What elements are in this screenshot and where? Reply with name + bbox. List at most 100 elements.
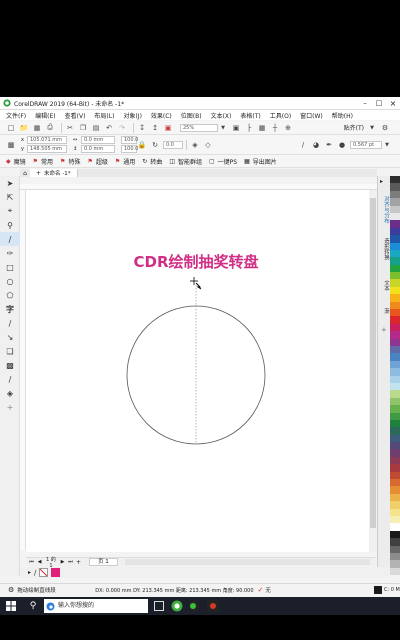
horizontal-scrollbar[interactable] (124, 559, 370, 565)
snap-icon[interactable]: ⊕ (283, 123, 293, 132)
pick-tool-icon[interactable]: ➤ (0, 176, 20, 190)
zoom-level-field[interactable]: 25% (180, 123, 218, 132)
y-position-field[interactable]: 148.505 mm (27, 145, 67, 153)
color-swatch[interactable] (390, 464, 400, 472)
parallel-dimension-icon[interactable]: ∕ (0, 316, 20, 330)
color-swatch[interactable] (390, 375, 400, 383)
artistic-media-icon[interactable]: ✑ (0, 246, 20, 260)
scale-y-field[interactable]: 100.0 (121, 145, 138, 153)
width-field[interactable]: 0.0 mm (81, 136, 115, 144)
color-swatch[interactable] (390, 212, 400, 221)
no-color-swatch[interactable] (39, 568, 49, 577)
menu-layout[interactable]: 布局(L) (94, 111, 114, 120)
plugin-common[interactable]: 常用 (41, 157, 53, 166)
first-page-icon[interactable]: ⏮ (28, 559, 35, 565)
polygon-tool-icon[interactable]: ⬠ (0, 288, 20, 302)
color-swatch[interactable] (390, 479, 400, 487)
color-swatch[interactable] (390, 427, 400, 435)
add-page-icon[interactable]: + (75, 559, 82, 566)
mirror-horizontal-icon[interactable]: ◈ (190, 140, 200, 149)
color-swatch[interactable] (390, 486, 400, 494)
color-swatch[interactable] (390, 345, 400, 354)
page-tab[interactable]: 页 1 (89, 558, 118, 566)
drawing-canvas[interactable]: CDR绘制抽奖转盘 (26, 190, 369, 552)
full-screen-icon[interactable]: ▣ (231, 123, 241, 132)
last-page-icon[interactable]: ⏭ (67, 559, 74, 565)
color-swatch[interactable] (390, 493, 400, 502)
menu-file[interactable]: 文件(F) (6, 111, 26, 120)
drop-shadow-icon[interactable]: ❏ (0, 344, 20, 358)
plugin-magic-mirror[interactable]: 魔镜 (14, 157, 26, 166)
outline-width-field[interactable]: 0.567 pt (350, 140, 382, 149)
menu-table[interactable]: 表格(T) (240, 111, 260, 120)
guidelines-icon[interactable]: ┼ (270, 123, 280, 132)
color-swatch[interactable] (390, 198, 400, 206)
home-icon[interactable]: ⌂ (20, 170, 30, 177)
height-field[interactable]: 0.0 mm (81, 145, 115, 153)
color-swatch[interactable] (390, 560, 400, 568)
crop-tool-icon[interactable]: ⌖ (0, 204, 20, 218)
menu-window[interactable]: 窗口(W) (300, 111, 323, 120)
color-swatch[interactable] (390, 405, 400, 413)
plugin-convert-curve[interactable]: 转曲 (150, 157, 162, 166)
menu-help[interactable]: 帮助(H) (332, 111, 353, 120)
menu-object[interactable]: 对象(J) (123, 111, 141, 120)
text-tool-icon[interactable]: 字 (0, 302, 20, 316)
gear-icon[interactable]: ⚙ (8, 586, 14, 594)
color-swatch[interactable] (390, 353, 400, 361)
lock-ratio-icon[interactable]: 🔒 (137, 140, 147, 149)
task-view-icon[interactable] (154, 601, 164, 611)
grid-icon[interactable]: ▦ (257, 123, 267, 132)
color-swatch[interactable] (390, 190, 400, 199)
undo-icon[interactable]: ↶ (104, 123, 114, 132)
freehand-tool-icon[interactable]: ∕ (0, 232, 20, 246)
menu-effects[interactable]: 效果(C) (151, 111, 172, 120)
eyedropper-icon[interactable]: ∕ (34, 569, 36, 577)
menu-edit[interactable]: 编辑(E) (35, 111, 55, 120)
color-swatch[interactable] (390, 360, 400, 369)
rulers-icon[interactable]: ├ (244, 123, 254, 132)
docker-tab-shaping[interactable]: 造形转换 (379, 238, 390, 260)
color-swatch[interactable] (390, 323, 400, 332)
connector-tool-icon[interactable]: ↘ (0, 330, 20, 344)
close-icon[interactable]: × (386, 99, 400, 108)
docker-options-icon[interactable]: ▸ (380, 178, 383, 185)
color-swatch[interactable] (390, 515, 400, 524)
color-swatch[interactable] (390, 412, 400, 420)
color-swatch[interactable] (390, 205, 400, 213)
color-swatch[interactable] (390, 309, 400, 317)
color-swatch[interactable] (390, 545, 400, 553)
chevron-down-icon[interactable]: ▼ (367, 123, 377, 132)
gear-icon[interactable]: ⚙ (380, 123, 390, 132)
snap-to-dropdown[interactable]: 贴齐(T) (344, 123, 364, 132)
color-swatch[interactable] (390, 294, 400, 302)
color-swatch[interactable] (390, 471, 400, 480)
import-icon[interactable]: ↧ (137, 123, 147, 132)
color-swatch[interactable] (390, 264, 400, 273)
search-icon[interactable]: ⚲ (26, 599, 40, 613)
color-swatch[interactable] (390, 552, 400, 561)
color-swatch[interactable] (390, 456, 400, 465)
save-icon[interactable]: ▦ (32, 123, 42, 132)
color-swatch[interactable] (390, 508, 400, 516)
x-position-field[interactable]: 105.071 mm (27, 136, 67, 144)
mirror-vertical-icon[interactable]: ◇ (203, 140, 213, 149)
color-swatch[interactable] (390, 235, 400, 243)
color-swatch[interactable] (390, 272, 400, 280)
color-swatch[interactable] (390, 449, 400, 457)
color-swatch[interactable] (390, 538, 400, 546)
interactive-fill-icon[interactable]: ◈ (0, 386, 20, 400)
color-swatch[interactable] (390, 183, 400, 191)
maximize-icon[interactable]: □ (372, 99, 386, 107)
color-swatch[interactable] (390, 523, 400, 531)
docker-tab-text[interactable]: 文本 (379, 280, 390, 291)
line-tool-icon[interactable]: ∕ (298, 140, 308, 149)
color-swatch[interactable] (390, 249, 400, 258)
taskbar-search-input[interactable]: 输入你想搜的 (44, 599, 148, 613)
chevron-down-icon[interactable]: ▼ (218, 123, 228, 132)
export-icon[interactable]: ↥ (150, 123, 160, 132)
color-swatch[interactable] (390, 567, 400, 576)
rotate-icon[interactable]: ↻ (150, 140, 160, 149)
ellipse-tool-icon[interactable]: ○ (0, 274, 20, 288)
plugin-one-click-ps[interactable]: 一键PS (218, 157, 237, 166)
